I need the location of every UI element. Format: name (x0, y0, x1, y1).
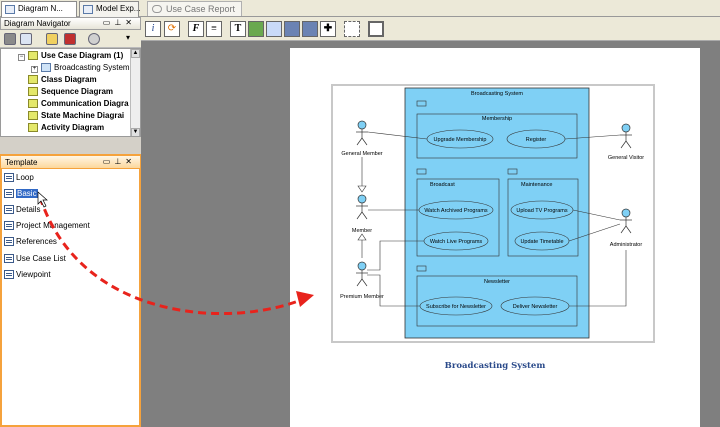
package-label: Broadcast (430, 182, 455, 188)
actor-general-member (356, 120, 368, 146)
generalization-arrow (357, 185, 367, 193)
usecase-label: Subscribe for Newsletter (426, 304, 486, 310)
diagram-overlay: Broadcasting System Membership Upgrade M… (37, 87, 644, 339)
actor-label: Premium Member (340, 294, 384, 300)
actor-administrator (620, 208, 632, 234)
actor-label: Member (352, 228, 372, 234)
drag-arrow-head (296, 291, 314, 307)
actor-general-visitor (620, 123, 632, 149)
usecase-label: Upload TV Programs (516, 208, 568, 214)
usecase-label: Watch Live Programs (430, 239, 483, 245)
actor-premium-member (356, 261, 368, 287)
usecase-label: Upgrade Membership (434, 137, 487, 143)
actor-label: General Visitor (608, 155, 644, 161)
usecase-label: Watch Archived Programs (424, 208, 488, 214)
package-label: Membership (482, 116, 512, 122)
drag-arrow (38, 196, 307, 316)
actor-label: Administrator (610, 242, 643, 248)
package-label: Newsletter (484, 279, 510, 285)
package-label: Maintenance (521, 182, 553, 188)
usecase-label: Register (526, 137, 547, 143)
generalization-arrow (357, 233, 367, 241)
actor-label: General Member (341, 151, 382, 157)
usecase-label: Update Timetable (520, 239, 563, 245)
mouse-cursor-icon (37, 191, 48, 208)
usecase-label: Deliver Newsletter (513, 304, 558, 310)
actor-member (356, 194, 368, 220)
system-title: Broadcasting System (471, 91, 523, 97)
